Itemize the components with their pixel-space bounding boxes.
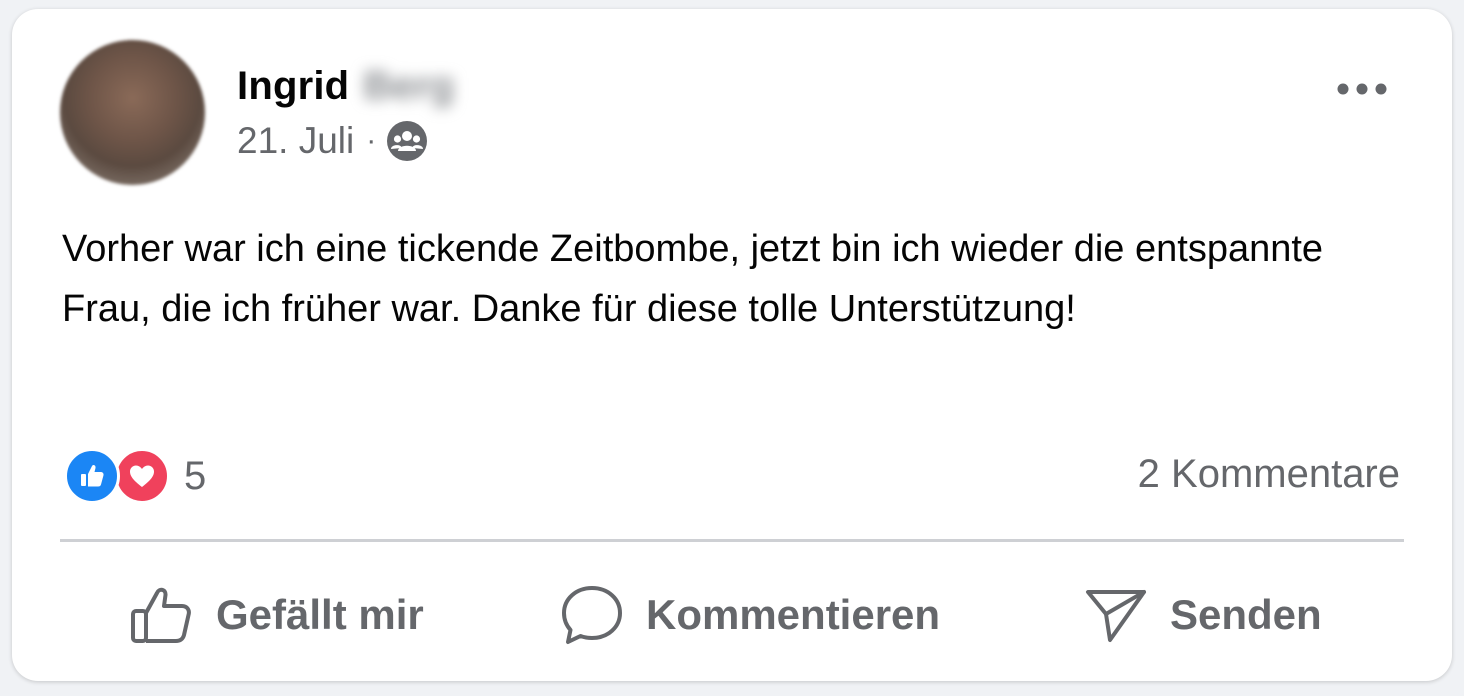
like-button[interactable]: Gefällt mir — [130, 569, 424, 661]
author-avatar[interactable] — [60, 40, 205, 185]
comments-count-link[interactable]: 2 Kommentare — [1138, 452, 1400, 497]
meta-separator: · — [366, 124, 377, 157]
post-card: Ingrid Berg 21. Juli · Vorher war ich ei… — [12, 9, 1452, 681]
comment-button-label: Kommentieren — [646, 591, 941, 638]
send-button[interactable]: Senden — [1084, 569, 1322, 661]
author-first-name[interactable]: Ingrid — [237, 64, 349, 109]
like-icon — [64, 448, 120, 504]
comment-button[interactable]: Kommentieren — [560, 569, 940, 661]
more-options-button[interactable] — [1330, 69, 1394, 109]
post-text: Vorher war ich eine tickende Zeitbombe, … — [62, 228, 1324, 330]
love-icon — [114, 448, 170, 504]
like-button-label: Gefällt mir — [216, 591, 424, 638]
action-bar: Gefällt mir Kommentieren Senden — [12, 569, 1452, 661]
reaction-count: 5 — [184, 453, 207, 498]
comment-bubble-icon — [562, 586, 622, 644]
group-icon — [386, 120, 428, 162]
more-dots-icon — [1337, 83, 1387, 95]
divider — [60, 539, 1404, 542]
send-icon — [1086, 590, 1146, 642]
thumbs-up-icon — [131, 587, 191, 643]
reactions-summary[interactable]: 5 — [64, 447, 206, 505]
post-meta: 21. Juli · — [237, 117, 428, 165]
send-button-label: Senden — [1170, 591, 1322, 638]
author-name-row: Ingrid Berg — [237, 61, 454, 111]
author-last-name[interactable]: Berg — [363, 64, 454, 109]
post-date[interactable]: 21. Juli — [237, 120, 354, 162]
